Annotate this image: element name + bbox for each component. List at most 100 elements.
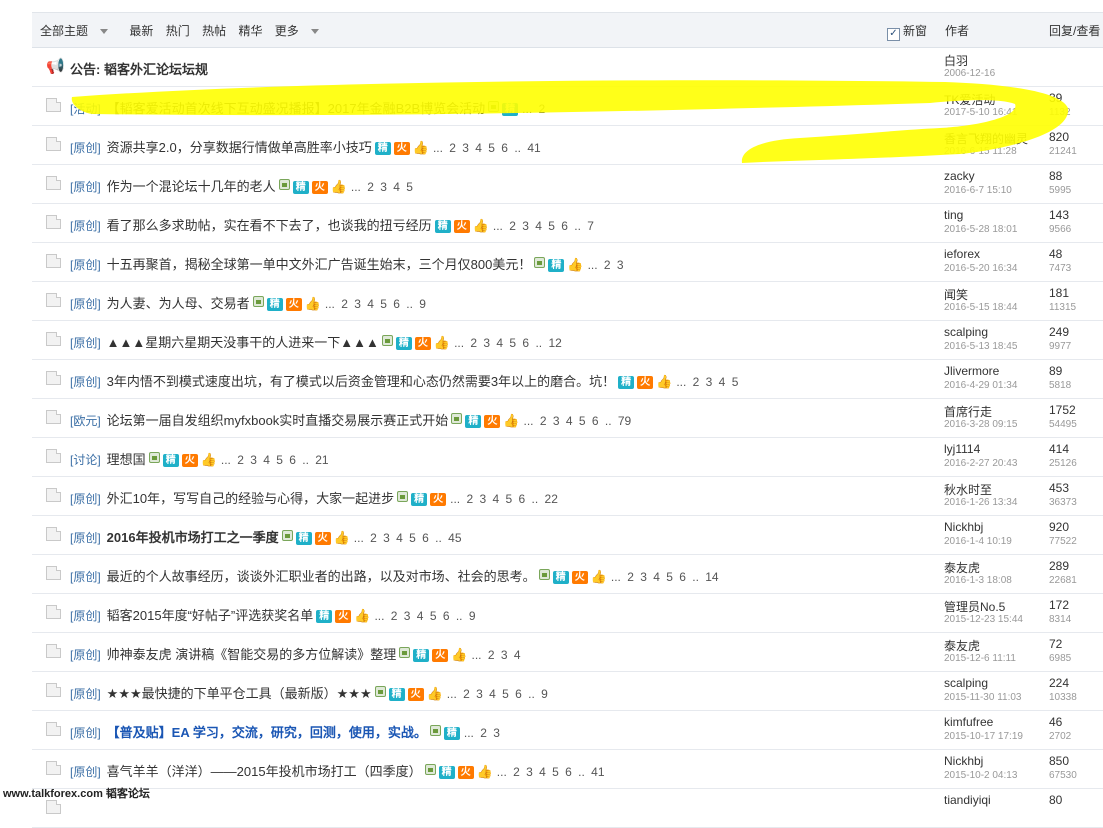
table-row[interactable]: [原创] 为人妻、为人母、交易者 精火 👍 ... 2 3 4 5 6 .. 9 闻笑 20… — [32, 281, 1103, 321]
thread-author[interactable]: ieforex — [944, 247, 980, 261]
thread-title[interactable]: [原创] ▲▲▲星期六星期天没事干的人进来一下▲▲▲ 精火 👍... 2 3 4 5 … — [70, 332, 562, 351]
thread-category[interactable]: [原创] — [70, 609, 101, 623]
thread-author[interactable]: lyj1114 — [944, 442, 980, 456]
thread-title-text[interactable]: 最近的个人故事经历，谈谈外汇职业者的出路，以及对市场、社会的思考。 — [107, 569, 536, 584]
table-row[interactable]: [原创] ▲▲▲星期六星期天没事干的人进来一下▲▲▲ 精火 👍... 2 3 4 5 … — [32, 320, 1103, 360]
thread-author[interactable]: Nickhbj — [944, 520, 983, 534]
thread-title[interactable]: [欧元] 论坛第一届自发组织myfxbook实时直播交易展示赛正式开始 精火 👍...… — [70, 410, 631, 429]
thread-category[interactable]: [活动] — [70, 102, 101, 116]
thread-author[interactable]: 管理员No.5 — [944, 598, 1005, 615]
thread-title-text[interactable]: 2016年投机市场打工之一季度 — [107, 530, 279, 545]
table-row[interactable]: [原创] 喜气羊羊（洋洋）——2015年投机市场打工（四季度） 精火 👍 ... 2 3… — [32, 749, 1103, 789]
table-row[interactable]: [原创] 帅神泰友虎 演讲稿《智能交易的多方位解读》整理 精火 👍... 2 3 4 泰… — [32, 632, 1103, 672]
table-row[interactable]: [活动] 【韬客爱活动首次线下互动盛况播报】2017年金融B2B博览会活动 精...… — [32, 86, 1103, 126]
thread-title-text[interactable]: 为人妻、为人母、交易者 — [107, 296, 250, 311]
thread-pages[interactable]: ... 2 3 4 5 6 .. 12 — [454, 336, 562, 350]
thread-pages[interactable]: ... 2 3 4 5 6 .. 21 — [221, 453, 329, 467]
thread-category[interactable]: [原创] — [70, 765, 101, 779]
thread-title[interactable]: [原创] 【普及贴】EA 学习，交流，研究，回测，使用，实战。 精 ... 2 3 — [70, 722, 500, 741]
filter-all-topics[interactable]: 全部主题 — [40, 24, 117, 38]
thread-author[interactable]: kimfufree — [944, 715, 993, 729]
thread-category[interactable]: [原创] — [70, 219, 101, 233]
thread-author[interactable]: tiandiyiqi — [944, 793, 991, 807]
thread-pages[interactable]: ... 2 3 4 5 — [351, 180, 413, 194]
thread-pages[interactable]: ... 2 3 4 5 6 .. 9 — [447, 687, 548, 701]
thread-title[interactable]: [原创] 为人妻、为人母、交易者 精火 👍 ... 2 3 4 5 6 .. 9 — [70, 293, 426, 312]
thread-title-text[interactable]: 作为一个混论坛十几年的老人 — [107, 179, 276, 194]
table-row[interactable]: [原创] 【普及贴】EA 学习，交流，研究，回测，使用，实战。 精 ... 2 3 ki… — [32, 710, 1103, 750]
thread-pages[interactable]: ... 2 — [522, 102, 545, 116]
thread-author[interactable]: Jlivermore — [944, 364, 999, 378]
thread-category[interactable]: [原创] — [70, 687, 101, 701]
thread-pages[interactable]: ... 2 3 4 5 — [676, 375, 738, 389]
table-row[interactable]: [原创] 2016年投机市场打工之一季度 精火 👍 ... 2 3 4 5 6 .. 4… — [32, 515, 1103, 555]
thread-title-text[interactable]: ★★★最快捷的下单平仓工具（最新版）★★★ — [107, 686, 372, 701]
thread-category[interactable]: [欧元] — [70, 414, 101, 428]
table-row[interactable]: [原创] 作为一个混论坛十几年的老人 精火 👍 ... 2 3 4 5 zacky 2016… — [32, 164, 1103, 204]
table-row[interactable]: [原创] 外汇10年，写写自己的经验与心得，大家一起进步 精火... 2 3 4 5… — [32, 476, 1103, 516]
thread-author[interactable]: 香言飞翔的幽灵 — [944, 130, 1028, 147]
table-row[interactable]: [欧元] 论坛第一届自发组织myfxbook实时直播交易展示赛正式开始 精火 👍...… — [32, 398, 1103, 438]
thread-title[interactable]: [活动] 【韬客爱活动首次线下互动盛况播报】2017年金融B2B博览会活动 精...… — [70, 98, 545, 117]
thread-pages[interactable]: ... 2 3 4 5 6 .. 9 — [374, 609, 475, 623]
thread-category[interactable]: [原创] — [70, 570, 101, 584]
thread-pages[interactable]: ... 2 3 — [588, 258, 624, 272]
thread-author[interactable]: zacky — [944, 169, 975, 183]
thread-pages[interactable]: ... 2 3 4 — [471, 648, 520, 662]
thread-title-text[interactable]: 论坛第一届自发组织myfxbook实时直播交易展示赛正式开始 — [107, 413, 449, 428]
thread-pages[interactable]: ... 2 3 4 5 6 .. 41 — [433, 141, 541, 155]
thread-pages[interactable]: ... 2 3 4 5 6 .. 45 — [354, 531, 462, 545]
thread-pages[interactable]: ... 2 3 4 5 6 .. 79 — [524, 414, 632, 428]
thread-author[interactable]: scalping — [944, 325, 988, 339]
thread-author[interactable]: 泰友虎 — [944, 559, 980, 576]
thread-author[interactable]: 首席行走 — [944, 403, 992, 420]
thread-title[interactable]: [原创] 十五再聚首，揭秘全球第一单中文外汇广告诞生始末，三个月仅800美元！ 精 👍… — [70, 254, 624, 273]
thread-category[interactable]: [原创] — [70, 531, 101, 545]
thread-category[interactable]: [讨论] — [70, 453, 101, 467]
announcement-title[interactable]: 公告: 韬客外汇论坛坛规 — [70, 59, 208, 78]
table-row[interactable]: [原创] 看了那么多求助帖，实在看不下去了，也谈我的扭亏经历精火 👍 ... 2 3 … — [32, 203, 1103, 243]
thread-author[interactable]: TK爱活动 — [944, 91, 995, 108]
thread-title-text[interactable]: 外汇10年，写写自己的经验与心得，大家一起进步 — [107, 491, 394, 506]
new-window-toggle[interactable]: ✓ 新窗 — [887, 22, 927, 41]
thread-title[interactable]: [原创] 外汇10年，写写自己的经验与心得，大家一起进步 精火... 2 3 4 5… — [70, 488, 558, 507]
thread-title-text[interactable]: 韬客2015年度“好帖子”评选获奖名单 — [107, 608, 314, 623]
thread-pages[interactable]: ... 2 3 4 5 6 .. 9 — [325, 297, 426, 311]
thread-category[interactable]: [原创] — [70, 180, 101, 194]
filter-more[interactable]: 更多 — [275, 24, 328, 38]
filter-latest[interactable]: 最新 — [129, 24, 153, 38]
thread-category[interactable]: [原创] — [70, 375, 101, 389]
thread-category[interactable]: [原创] — [70, 492, 101, 506]
thread-title[interactable]: [原创] ★★★最快捷的下单平仓工具（最新版）★★★ 精火 👍 ... 2 3 4 5 … — [70, 683, 548, 702]
thread-title[interactable]: [原创] 最近的个人故事经历，谈谈外汇职业者的出路，以及对市场、社会的思考。 精火 👍… — [70, 566, 719, 585]
thread-title[interactable]: [原创] 2016年投机市场打工之一季度 精火 👍 ... 2 3 4 5 6 .. 4… — [70, 527, 462, 546]
thread-title[interactable] — [70, 800, 80, 815]
thread-category[interactable]: [原创] — [70, 648, 101, 662]
thread-author[interactable]: 闻笑 — [944, 286, 968, 303]
thread-title[interactable]: [原创] 帅神泰友虎 演讲稿《智能交易的多方位解读》整理 精火 👍... 2 3 4 — [70, 644, 521, 663]
thread-category[interactable]: [原创] — [70, 141, 101, 155]
announcement-row[interactable]: 📢 公告: 韬客外汇论坛坛规 白羽 2006-12-16 — [32, 47, 1103, 87]
thread-title[interactable]: [原创] 作为一个混论坛十几年的老人 精火 👍 ... 2 3 4 5 — [70, 176, 413, 195]
thread-title-text[interactable]: ▲▲▲星期六星期天没事干的人进来一下▲▲▲ — [107, 335, 379, 350]
table-row[interactable]: [原创] ★★★最快捷的下单平仓工具（最新版）★★★ 精火 👍 ... 2 3 4 5 … — [32, 671, 1103, 711]
table-row[interactable]: [原创] 资源共享2.0，分享数据行情做单高胜率小技巧精火 👍 ... 2 3 4 5… — [32, 125, 1103, 165]
thread-author[interactable]: Nickhbj — [944, 754, 983, 768]
thread-title-text[interactable]: 【韬客爱活动首次线下互动盛况播报】2017年金融B2B博览会活动 — [107, 101, 486, 116]
table-row[interactable]: [原创] 十五再聚首，揭秘全球第一单中文外汇广告诞生始末，三个月仅800美元！ 精 👍… — [32, 242, 1103, 282]
thread-pages[interactable]: ... 2 3 4 5 6 .. 7 — [493, 219, 594, 233]
filter-digest[interactable]: 精华 — [238, 24, 262, 38]
thread-title-text[interactable]: 喜气羊羊（洋洋）——2015年投机市场打工（四季度） — [107, 764, 422, 779]
thread-category[interactable]: [原创] — [70, 258, 101, 272]
thread-title-text[interactable]: 【普及贴】EA 学习，交流，研究，回测，使用，实战。 — [107, 725, 427, 740]
thread-pages[interactable]: ... 2 3 4 5 6 .. 14 — [611, 570, 719, 584]
thread-title-text[interactable]: 帅神泰友虎 演讲稿《智能交易的多方位解读》整理 — [107, 647, 397, 662]
checkbox-checked-icon[interactable]: ✓ — [887, 28, 900, 41]
thread-author[interactable]: ting — [944, 208, 963, 222]
thread-category[interactable]: [原创] — [70, 297, 101, 311]
thread-pages[interactable]: ... 2 3 4 5 6 .. 41 — [497, 765, 605, 779]
thread-author[interactable]: scalping — [944, 676, 988, 690]
table-row[interactable]: [讨论] 理想国 精火 👍 ... 2 3 4 5 6 .. 21 lyj1114 2016… — [32, 437, 1103, 477]
thread-author[interactable]: 泰友虎 — [944, 637, 980, 654]
thread-title-text[interactable]: 理想国 — [107, 452, 146, 467]
